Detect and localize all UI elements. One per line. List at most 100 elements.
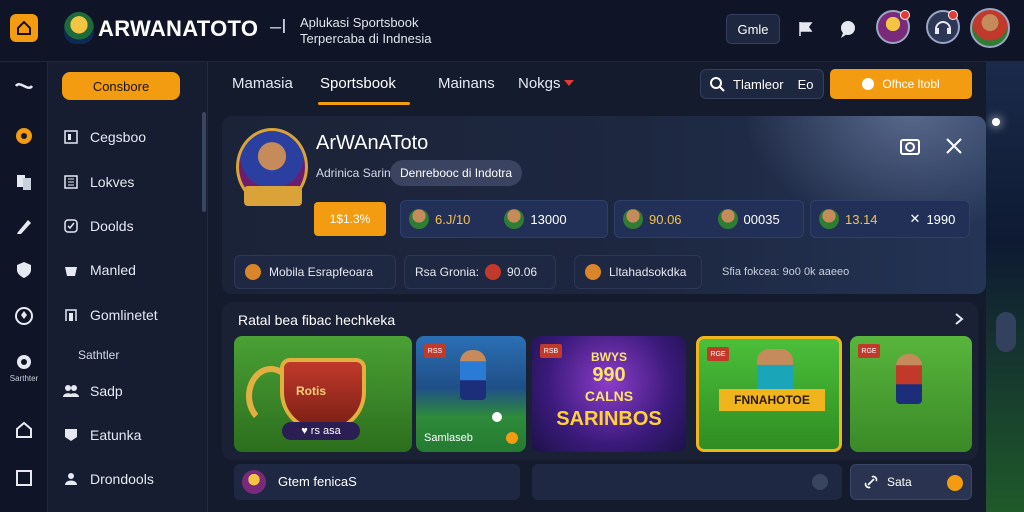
card-tag: RGE xyxy=(707,347,729,361)
sidebar-item-label: Gomlinetet xyxy=(90,307,158,323)
profile-name: ArWAnAToto xyxy=(316,132,429,154)
bottom-right-label: Sata xyxy=(887,475,912,489)
ball-icon xyxy=(492,412,502,422)
stat-b: 00035 xyxy=(743,211,780,227)
user-avatar[interactable] xyxy=(970,8,1010,48)
target-icon[interactable] xyxy=(12,350,36,374)
cards-icon[interactable] xyxy=(12,170,36,194)
player-avatar xyxy=(504,209,525,229)
square-icon[interactable] xyxy=(12,466,36,490)
info-chip-label: Rsa Gronia: xyxy=(415,265,480,279)
badge-icon xyxy=(62,426,80,444)
profile-pill[interactable]: Denrebooc di Indotra xyxy=(390,160,523,186)
stat-chip-2[interactable]: 13.14 ✕ 1990 xyxy=(810,200,970,238)
chat-icon[interactable] xyxy=(836,17,860,41)
sidebar-item-6[interactable]: Eatunka xyxy=(62,424,141,446)
rail-label: Sarthter xyxy=(9,374,39,383)
sidebar: Consbore Cegsboo Lokves Doolds Manled Go… xyxy=(48,62,208,512)
tab-2[interactable]: Mainans xyxy=(438,75,495,92)
search-value: Tlamleor xyxy=(733,76,784,92)
check-icon xyxy=(62,217,80,235)
tab-3[interactable]: Nokgs xyxy=(518,75,561,92)
sidebar-item-0[interactable]: Cegsboo xyxy=(62,126,146,148)
box-icon xyxy=(62,128,80,146)
top-bar: ARWANATOTO –I Aplukasi Sportsbook Terper… xyxy=(0,0,1024,62)
game-card-0[interactable]: Rotis ♥ rs asa xyxy=(234,336,412,452)
card-caption: Samlaseb xyxy=(424,432,473,444)
stat-chip-0[interactable]: 6.J/10 13000 xyxy=(400,200,608,238)
home-icon[interactable] xyxy=(10,14,38,42)
coin-icon xyxy=(245,264,261,280)
bottom-item-right[interactable]: Sata xyxy=(850,464,972,500)
bottom-item-left[interactable]: Gtem fenicaS xyxy=(234,464,520,500)
brand-logo xyxy=(64,12,94,44)
info-chip-label: Mobila Esrapfeoara xyxy=(269,265,374,279)
tab-1[interactable]: Sportsbook xyxy=(320,75,396,92)
crowd-silhouette xyxy=(996,312,1016,352)
icon-rail: Sarthter xyxy=(0,62,48,512)
promo-label: Ofhce ltobl xyxy=(882,77,940,91)
search-icon xyxy=(710,77,725,92)
profile-subtitle: Adrinica Sarin xyxy=(316,166,391,180)
grid-icon xyxy=(62,173,80,191)
search-input[interactable]: Tlamleor Eo xyxy=(700,69,824,99)
shield-icon[interactable] xyxy=(12,258,36,282)
close-icon[interactable] xyxy=(942,134,966,158)
info-chip-balance[interactable]: Rsa Gronia: 90.06 xyxy=(404,255,556,289)
sidebar-item-7[interactable]: Drondools xyxy=(62,468,154,490)
ticket-icon[interactable] xyxy=(12,74,36,98)
coin-icon xyxy=(947,475,963,491)
info-chip-tracker[interactable]: Lltahadsokdka xyxy=(574,255,702,289)
sidebar-item-5[interactable]: Sadp xyxy=(62,380,123,402)
sidebar-item-label: Lokves xyxy=(90,174,135,190)
tab-0[interactable]: Mamasia xyxy=(232,75,293,92)
sidebar-item-4[interactable]: Gomlinetet xyxy=(62,304,158,326)
coin-icon xyxy=(585,264,601,280)
sidebar-item-label: Manled xyxy=(90,262,136,278)
sidebar-item-1[interactable]: Lokves xyxy=(62,171,134,193)
house-icon[interactable] xyxy=(12,418,36,442)
close-small-icon: ✕ xyxy=(909,211,921,226)
stat-chip-1[interactable]: 90.06 00035 xyxy=(614,200,804,238)
info-chip-value: 90.06 xyxy=(507,265,538,279)
promo-button[interactable]: Ofhce ltobl xyxy=(830,69,972,99)
card-title-mid: CALNS xyxy=(584,388,634,404)
sidebar-cta-button[interactable]: Consbore xyxy=(62,72,180,100)
game-card-2[interactable]: RSB BWYS 990 CALNS SARINBOS xyxy=(532,336,686,452)
card-tag: RSB xyxy=(540,344,562,358)
chevron-right-icon[interactable] xyxy=(950,310,968,328)
sidebar-item-2[interactable]: Doolds xyxy=(62,215,134,237)
sidebar-item-3[interactable]: Manled xyxy=(62,259,136,281)
bottom-item-middle[interactable] xyxy=(532,464,842,500)
card-title: FNNAHOTOE xyxy=(719,389,825,411)
ball-icon[interactable] xyxy=(12,304,36,328)
sidebar-scrollbar[interactable] xyxy=(202,112,206,212)
casino-icon[interactable] xyxy=(12,124,36,148)
avatar-ribbon xyxy=(244,186,302,206)
dot-icon xyxy=(812,474,828,490)
card-title-big: 990 xyxy=(592,364,626,386)
game-card-4[interactable]: RGE xyxy=(850,336,972,452)
coin-icon xyxy=(506,432,518,444)
info-chip-mobile[interactable]: Mobila Esrapfeoara xyxy=(234,255,396,289)
game-card-3[interactable]: RGE FNNAHOTOE xyxy=(696,336,842,452)
shield-tag: ♥ rs asa xyxy=(282,422,360,440)
player-avatar xyxy=(717,209,738,229)
game-chip[interactable]: Gmle xyxy=(726,14,780,44)
goal-icon xyxy=(62,306,80,324)
flag-icon[interactable] xyxy=(794,17,818,41)
game-card-1[interactable]: RSS Samlaseb xyxy=(416,336,526,452)
emblem-icon xyxy=(242,470,266,494)
player-avatar xyxy=(819,209,839,229)
stat-primary[interactable]: 1$1.3% xyxy=(314,202,386,236)
camera-icon[interactable] xyxy=(898,134,922,158)
group-icon xyxy=(62,470,80,488)
sidebar-sub-label[interactable]: Sathtler xyxy=(78,348,119,362)
info-icon xyxy=(862,78,875,90)
card-title-top: BWYS xyxy=(591,350,627,364)
pencil-icon[interactable] xyxy=(12,214,36,238)
chevron-down-icon[interactable] xyxy=(564,80,574,86)
player-avatar xyxy=(409,209,429,229)
sidebar-item-label: Eatunka xyxy=(90,427,142,443)
link-icon xyxy=(863,474,879,495)
